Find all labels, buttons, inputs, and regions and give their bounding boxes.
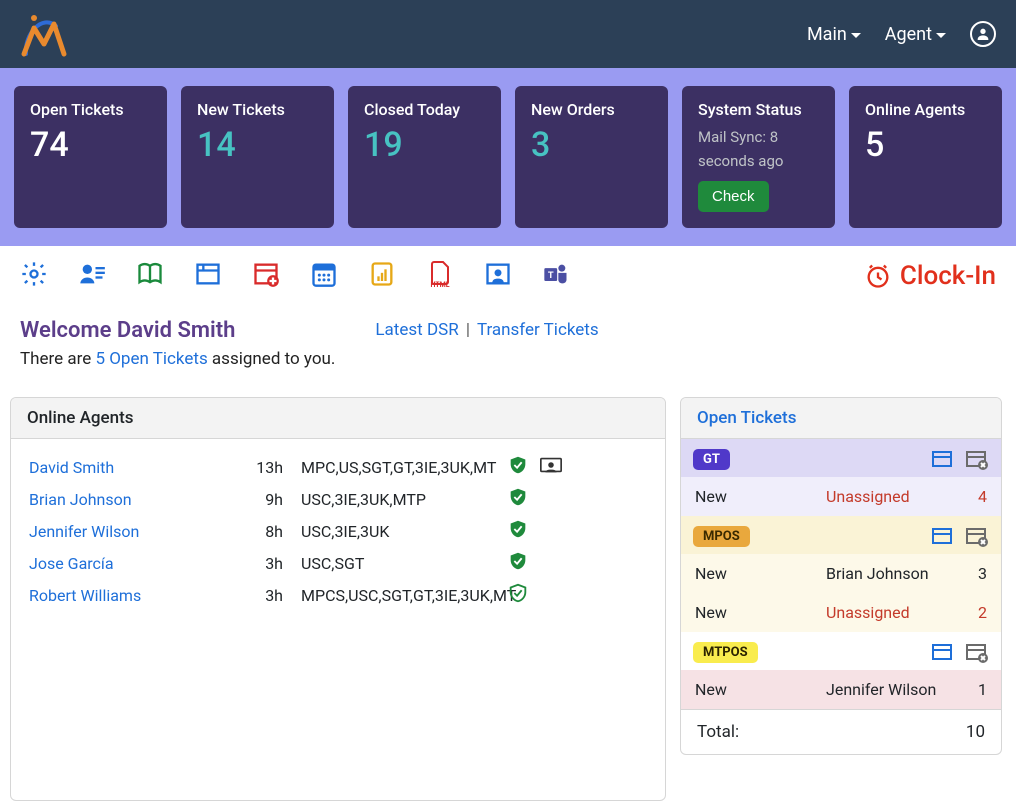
transfer-tickets-link[interactable]: Transfer Tickets	[477, 320, 599, 340]
ticket-count: 3	[957, 564, 987, 583]
agent-row: Jennifer Wilson 8h USC,3IE,3UK	[29, 515, 647, 547]
latest-dsr-link[interactable]: Latest DSR	[375, 320, 458, 340]
window-x-icon[interactable]	[963, 640, 989, 664]
ticket-assignee: Jennifer Wilson	[826, 680, 957, 699]
navbar: Main Agent	[0, 0, 1016, 68]
user-list-icon[interactable]	[78, 260, 106, 292]
agent-duration: 13h	[235, 458, 295, 477]
ticket-assignee: Brian Johnson	[826, 564, 957, 583]
shield-icon	[507, 518, 533, 544]
shield-icon	[507, 550, 533, 576]
chart-file-icon[interactable]	[368, 260, 396, 292]
window-icon[interactable]	[929, 524, 955, 548]
ticket-count: 2	[957, 603, 987, 622]
ticket-status: New	[695, 487, 826, 506]
app-logo	[20, 10, 68, 58]
svg-text:T: T	[548, 270, 554, 281]
check-button[interactable]: Check	[698, 181, 769, 212]
window-icon[interactable]	[929, 447, 955, 471]
welcome-title: Welcome David Smith	[20, 318, 335, 343]
clock-in-button[interactable]: Clock-In	[864, 261, 996, 291]
stat-new-orders[interactable]: New Orders 3	[515, 86, 668, 228]
nav-agent[interactable]: Agent	[885, 24, 946, 45]
agent-name[interactable]: Jose García	[29, 554, 229, 573]
ticket-status: New	[695, 603, 826, 622]
ticket-assignee: Unassigned	[826, 603, 957, 622]
agent-duration: 8h	[235, 522, 295, 541]
agent-name[interactable]: Robert Williams	[29, 586, 229, 605]
window-icon[interactable]	[929, 640, 955, 664]
stat-open-tickets[interactable]: Open Tickets 74	[14, 86, 167, 228]
agent-row: Jose García 3h USC,SGT	[29, 547, 647, 579]
book-icon[interactable]	[136, 260, 164, 292]
window-icon[interactable]	[194, 260, 222, 292]
user-photo-icon[interactable]	[484, 260, 512, 292]
stat-system-status: System Status Mail Sync: 8 seconds ago C…	[682, 86, 835, 228]
open-tickets-link[interactable]: 5 Open Tickets	[95, 349, 207, 369]
ticket-group: GT NewUnassigned4	[681, 439, 1001, 516]
stat-closed-today[interactable]: Closed Today 19	[348, 86, 501, 228]
user-avatar[interactable]	[970, 21, 996, 47]
ticket-count: 1	[957, 680, 987, 699]
html-file-icon[interactable]: HTML	[426, 260, 454, 292]
agent-name[interactable]: David Smith	[29, 458, 229, 477]
calendar-icon[interactable]	[310, 260, 338, 292]
agent-duration: 3h	[235, 586, 295, 605]
stat-strip: Open Tickets 74 New Tickets 14 Closed To…	[0, 68, 1016, 246]
agent-row: David Smith 13h MPC,US,SGT,GT,3IE,3UK,MT	[29, 451, 647, 483]
agent-brands: USC,3IE,3UK,MTP	[301, 490, 501, 509]
ticket-count: 4	[957, 487, 987, 506]
stat-new-tickets[interactable]: New Tickets 14	[181, 86, 334, 228]
brand-badge: MTPOS	[693, 642, 758, 663]
total-value: 10	[966, 722, 985, 742]
agent-duration: 9h	[235, 490, 295, 509]
window-x-icon[interactable]	[963, 524, 989, 548]
agent-brands: MPC,US,SGT,GT,3IE,3UK,MT	[301, 458, 501, 477]
shield-icon	[507, 486, 533, 512]
agent-brands: USC,3IE,3UK	[301, 522, 501, 541]
agent-name[interactable]: Brian Johnson	[29, 490, 229, 509]
teams-icon[interactable]: T	[542, 260, 570, 292]
stat-online-agents[interactable]: Online Agents 5	[849, 86, 1002, 228]
agent-brands: MPCS,USC,SGT,GT,3IE,3UK,MT	[301, 586, 501, 605]
ticket-row[interactable]: NewBrian Johnson3	[681, 554, 1001, 593]
open-tickets-header[interactable]: Open Tickets	[681, 398, 1001, 439]
brand-badge: MPOS	[693, 526, 750, 547]
camera-icon[interactable]	[539, 460, 563, 479]
open-tickets-panel: Open Tickets GTNewUnassigned4MPOSNewBria…	[680, 397, 1002, 755]
total-label: Total:	[697, 722, 739, 742]
welcome-section: Welcome David Smith There are 5 Open Tic…	[0, 300, 1016, 379]
ticket-assignee: Unassigned	[826, 487, 957, 506]
agent-duration: 3h	[235, 554, 295, 573]
nav-main[interactable]: Main	[807, 24, 861, 45]
window-x-icon[interactable]	[963, 447, 989, 471]
ticket-group: MTPOS NewJennifer Wilson1	[681, 632, 1001, 709]
ticket-group: MPOSNewBrian Johnson3NewUnassigned2	[681, 516, 1001, 632]
toolbar: HTML T Clock-In	[0, 246, 1016, 300]
ticket-row[interactable]: NewJennifer Wilson1	[681, 670, 1001, 709]
gear-icon[interactable]	[20, 260, 48, 292]
ticket-status: New	[695, 564, 826, 583]
agent-brands: USC,SGT	[301, 554, 501, 573]
quick-links: Latest DSR | Transfer Tickets	[375, 320, 598, 340]
ticket-row[interactable]: NewUnassigned2	[681, 593, 1001, 632]
ticket-row[interactable]: NewUnassigned4	[681, 477, 1001, 516]
agent-name[interactable]: Jennifer Wilson	[29, 522, 229, 541]
agent-row: Robert Williams 3h MPCS,USC,SGT,GT,3IE,3UK…	[29, 579, 647, 611]
online-agents-panel: Online Agents David Smith 13h MPC,US,SGT,G…	[10, 397, 666, 801]
window-plus-icon[interactable]	[252, 260, 280, 292]
svg-text:HTML: HTML	[430, 281, 449, 288]
online-agents-header: Online Agents	[11, 398, 665, 439]
agent-row: Brian Johnson 9h USC,3IE,3UK,MTP	[29, 483, 647, 515]
ticket-status: New	[695, 680, 826, 699]
brand-badge: GT	[693, 449, 730, 470]
shield-icon	[507, 582, 533, 608]
shield-icon	[507, 454, 533, 480]
welcome-line: There are 5 Open Tickets assigned to you…	[20, 349, 335, 369]
